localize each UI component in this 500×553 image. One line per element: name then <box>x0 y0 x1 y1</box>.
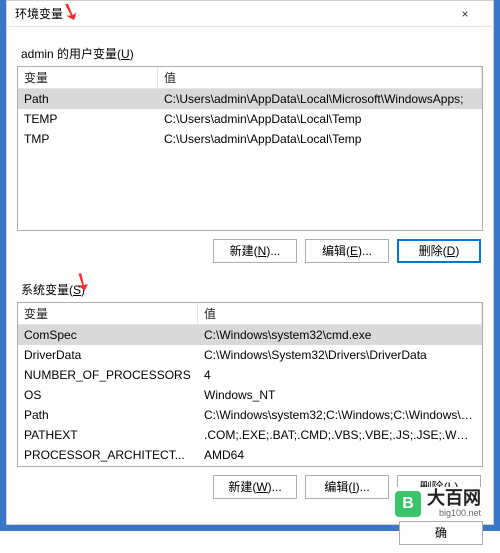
dialog-bottom-buttons: 确 <box>7 515 493 553</box>
var-value: Windows_NT <box>198 385 482 405</box>
user-vars-buttons: 新建(N)... 编辑(E)... 删除(D) <box>17 231 483 273</box>
var-value: 4 <box>198 365 482 385</box>
var-value: C:\Windows\system32;C:\Windows;C:\Window… <box>198 405 482 425</box>
system-vars-label-suffix: ) <box>81 283 85 297</box>
col-header-value[interactable]: 值 <box>198 303 482 324</box>
user-delete-button[interactable]: 删除(D) <box>397 239 481 263</box>
table-row[interactable]: OS Windows_NT <box>18 385 482 405</box>
table-row[interactable]: Path C:\Windows\system32;C:\Windows;C:\W… <box>18 405 482 425</box>
col-header-name[interactable]: 变量 <box>18 303 198 324</box>
user-vars-label: admin 的用户变量(U) <box>21 45 483 62</box>
close-icon: × <box>461 1 468 27</box>
ok-button[interactable]: 确 <box>399 521 483 545</box>
table-row[interactable]: Path C:\Users\admin\AppData\Local\Micros… <box>18 89 482 109</box>
var-name: OS <box>18 385 198 405</box>
table-row[interactable]: TEMP C:\Users\admin\AppData\Local\Temp <box>18 109 482 129</box>
table-row[interactable]: ComSpec C:\Windows\system32\cmd.exe <box>18 325 482 345</box>
var-value: C:\Windows\system32\cmd.exe <box>198 325 482 345</box>
col-header-name[interactable]: 变量 <box>18 67 158 88</box>
user-vars-label-suffix: ) <box>130 47 134 61</box>
table-row[interactable]: DriverData C:\Windows\System32\Drivers\D… <box>18 345 482 365</box>
user-vars-mnemonic: U <box>121 47 130 61</box>
var-name: DriverData <box>18 345 198 365</box>
user-edit-button[interactable]: 编辑(E)... <box>305 239 389 263</box>
titlebar: 环境变量 × <box>7 1 493 27</box>
system-vars-label-prefix: 系统变量( <box>21 283 73 297</box>
var-name: NUMBER_OF_PROCESSORS <box>18 365 198 385</box>
user-vars-list[interactable]: 变量 值 Path C:\Users\admin\AppData\Local\M… <box>17 66 483 231</box>
table-row[interactable]: PROCESSOR_ARCHITECT... AMD64 <box>18 445 482 465</box>
var-name: TEMP <box>18 109 158 129</box>
var-name: Path <box>18 405 198 425</box>
env-vars-dialog: 环境变量 × ➘ ➘ admin 的用户变量(U) 变量 值 Path C:\U… <box>6 0 494 525</box>
var-name: Path <box>18 89 158 109</box>
watermark-url: big100.net <box>439 509 481 518</box>
var-name: ComSpec <box>18 325 198 345</box>
close-button[interactable]: × <box>445 2 485 26</box>
var-value: C:\Users\admin\AppData\Local\Temp <box>158 129 482 149</box>
watermark-text: 大百网 <box>427 489 481 507</box>
user-vars-header: 变量 值 <box>18 67 482 89</box>
system-vars-label: 系统变量(S) <box>21 281 483 298</box>
table-row[interactable]: TMP C:\Users\admin\AppData\Local\Temp <box>18 129 482 149</box>
user-vars-rows: Path C:\Users\admin\AppData\Local\Micros… <box>18 89 482 149</box>
var-value: AMD64 <box>198 445 482 465</box>
var-value: .COM;.EXE;.BAT;.CMD;.VBS;.VBE;.JS;.JSE;.… <box>198 425 482 445</box>
system-vars-rows: ComSpec C:\Windows\system32\cmd.exe Driv… <box>18 325 482 465</box>
var-value: C:\Users\admin\AppData\Local\Microsoft\W… <box>158 89 482 109</box>
system-vars-mnemonic: S <box>73 283 81 297</box>
dialog-title: 环境变量 <box>15 1 63 27</box>
var-name: PROCESSOR_ARCHITECT... <box>18 445 198 465</box>
var-name: TMP <box>18 129 158 149</box>
user-new-button[interactable]: 新建(N)... <box>213 239 297 263</box>
var-value: C:\Users\admin\AppData\Local\Temp <box>158 109 482 129</box>
table-row[interactable]: NUMBER_OF_PROCESSORS 4 <box>18 365 482 385</box>
system-vars-list[interactable]: 变量 值 ComSpec C:\Windows\system32\cmd.exe… <box>17 302 483 467</box>
var-name: PATHEXT <box>18 425 198 445</box>
system-new-button[interactable]: 新建(W)... <box>213 475 297 499</box>
system-edit-button[interactable]: 编辑(I)... <box>305 475 389 499</box>
watermark: B 大百网 big100.net <box>391 487 485 520</box>
table-row[interactable]: PATHEXT .COM;.EXE;.BAT;.CMD;.VBS;.VBE;.J… <box>18 425 482 445</box>
watermark-logo-icon: B <box>395 491 421 517</box>
client-area: admin 的用户变量(U) 变量 值 Path C:\Users\admin\… <box>7 27 493 515</box>
watermark-text-wrap: 大百网 big100.net <box>427 489 481 518</box>
col-header-value[interactable]: 值 <box>158 67 482 88</box>
user-vars-label-prefix: admin 的用户变量( <box>21 47 121 61</box>
var-value: C:\Windows\System32\Drivers\DriverData <box>198 345 482 365</box>
system-vars-header: 变量 值 <box>18 303 482 325</box>
